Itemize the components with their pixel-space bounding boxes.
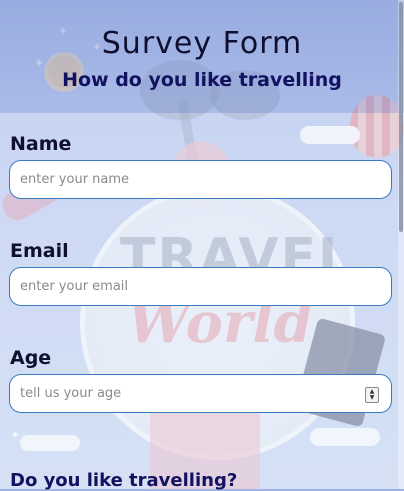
age-stepper[interactable]: ▲ ▼	[365, 387, 379, 403]
page-title: Survey Form	[101, 26, 303, 61]
email-label: Email	[10, 240, 69, 262]
travel-question-label: Do you like travelling?	[10, 470, 238, 491]
name-label: Name	[10, 133, 72, 155]
scrollbar-thumb[interactable]	[399, 2, 403, 232]
age-placeholder: tell us your age	[20, 386, 122, 401]
page-subtitle: How do you like travelling	[62, 69, 342, 91]
age-label: Age	[10, 347, 52, 369]
age-input[interactable]: tell us your age ▲ ▼	[9, 374, 392, 413]
page-scrollbar[interactable]	[398, 0, 404, 489]
email-placeholder: enter your email	[20, 279, 129, 294]
name-input[interactable]: enter your name	[9, 160, 392, 199]
email-input[interactable]: enter your email	[9, 267, 392, 306]
name-placeholder: enter your name	[20, 172, 130, 187]
stepper-down-icon[interactable]: ▼	[370, 395, 375, 401]
